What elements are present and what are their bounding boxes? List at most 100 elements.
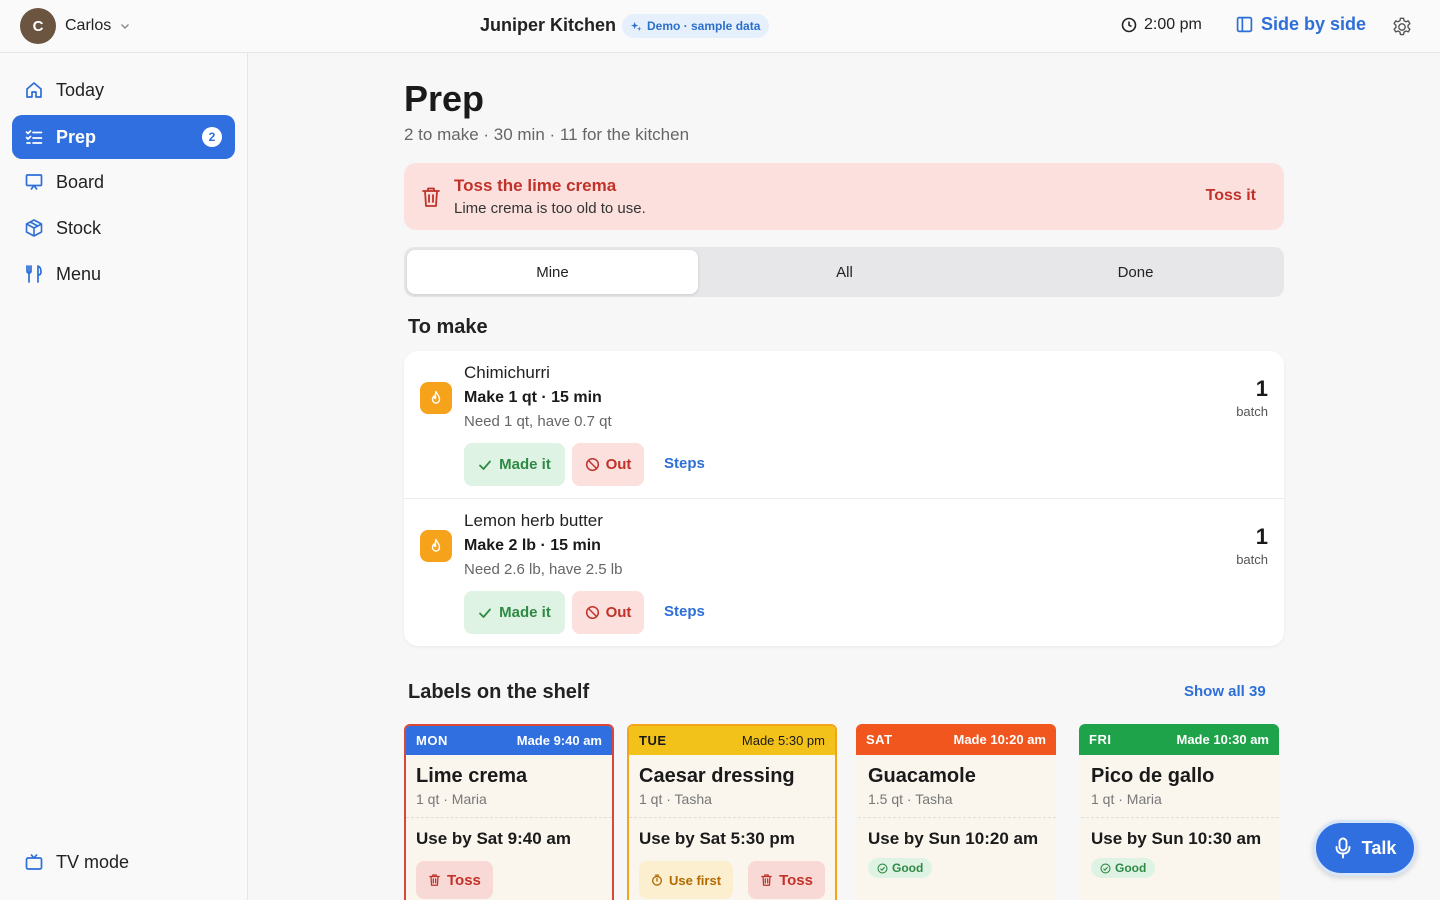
tab-mine[interactable]: Mine <box>407 250 698 294</box>
label-name: Caesar dressing <box>639 765 795 787</box>
toss-it-button[interactable]: Toss it <box>1206 187 1256 205</box>
tv-mode-button[interactable]: TV mode <box>12 840 235 884</box>
talk-label: Talk <box>1361 837 1397 858</box>
labels-heading: Labels on the shelf <box>408 681 590 703</box>
item-make: Make 1 qt · 15 min <box>464 389 602 406</box>
sidebar: Today Prep 2 Board Stock Menu TV mode <box>0 53 248 900</box>
check-circle-icon <box>877 862 888 874</box>
trash-icon <box>429 874 440 886</box>
label-header: FRI Made 10:30 am <box>1079 724 1279 755</box>
label-header: TUE Made 5:30 pm <box>629 726 835 755</box>
kitchen-title: Juniper Kitchen <box>480 15 617 35</box>
sidebar-item-label: Stock <box>56 217 102 238</box>
shelf-label-card[interactable]: SAT Made 10:20 am Guacamole 1.5 qt · Tas… <box>856 724 1056 900</box>
out-button[interactable]: Out <box>572 443 644 486</box>
alert-title: Toss the lime crema <box>454 176 617 195</box>
good-label: Good <box>1115 861 1147 875</box>
label-day: TUE <box>639 733 667 748</box>
side-by-side-label: Side by side <box>1261 14 1367 34</box>
steps-button[interactable]: Steps <box>664 603 705 620</box>
trash-icon <box>422 187 440 207</box>
toss-label: Toss <box>447 871 481 889</box>
sidebar-item-stock[interactable]: Stock <box>12 206 235 250</box>
sidebar-item-menu[interactable]: Menu <box>12 252 235 296</box>
label-name: Guacamole <box>868 765 976 787</box>
tab-done[interactable]: Done <box>990 250 1281 294</box>
made-it-label: Made it <box>499 604 551 621</box>
ban-icon <box>585 605 599 620</box>
label-made-time: Made 9:40 am <box>516 733 602 748</box>
item-make: Make 2 lb · 15 min <box>464 537 601 554</box>
made-it-button[interactable]: Made it <box>464 443 565 486</box>
use-first-label: Use first <box>669 872 722 888</box>
label-meta: 1.5 qt · Tasha <box>868 791 953 807</box>
box-icon <box>25 219 43 237</box>
board-icon <box>25 174 43 191</box>
checklist-icon <box>25 130 43 144</box>
out-button[interactable]: Out <box>572 591 644 634</box>
utensils-icon <box>26 265 42 283</box>
tv-icon <box>25 853 43 870</box>
chevron-down-icon <box>121 24 130 29</box>
use-first-badge: Use first <box>639 861 734 899</box>
user-menu[interactable]: C Carlos <box>20 8 130 44</box>
item-need: Need 2.6 lb, have 2.5 lb <box>464 561 623 578</box>
microphone-icon <box>1335 837 1351 859</box>
shelf-label-card[interactable]: FRI Made 10:30 am Pico de gallo 1 qt · M… <box>1079 724 1279 900</box>
toss-button[interactable]: Toss <box>416 861 493 899</box>
label-use-by: Use by Sat 9:40 am <box>416 829 571 848</box>
timer-icon <box>651 874 663 886</box>
gear-icon[interactable] <box>1391 16 1413 38</box>
label-use-by: Use by Sat 5:30 pm <box>639 829 795 848</box>
label-made-time: Made 10:20 am <box>953 732 1047 747</box>
check-icon <box>479 460 492 470</box>
tab-all[interactable]: All <box>699 250 990 294</box>
demo-badge-label: Demo · sample data <box>647 19 761 33</box>
alert-text: Lime crema is too old to use. <box>454 200 646 217</box>
prep-count-badge: 2 <box>202 127 222 147</box>
label-use-by: Use by Sun 10:20 am <box>868 829 1039 848</box>
label-name: Pico de gallo <box>1091 765 1215 787</box>
label-meta: 1 qt · Maria <box>416 791 487 807</box>
toss-alert: Toss the lime crema Lime crema is too ol… <box>404 163 1284 230</box>
check-icon <box>479 608 492 618</box>
clock: 2:00 pm <box>1121 16 1202 34</box>
sidebar-item-today[interactable]: Today <box>12 68 235 112</box>
label-use-by: Use by Sun 10:30 am <box>1091 829 1262 848</box>
show-all-labels-link[interactable]: Show all 39 <box>1184 683 1266 700</box>
user-name: Carlos <box>65 17 112 34</box>
sidebar-item-prep[interactable]: Prep 2 <box>12 115 235 159</box>
to-make-heading: To make <box>408 316 488 338</box>
clock-icon <box>1121 17 1137 33</box>
shelf-label-card[interactable]: TUE Made 5:30 pm Caesar dressing 1 qt · … <box>627 724 837 900</box>
out-label: Out <box>605 604 632 621</box>
item-need: Need 1 qt, have 0.7 qt <box>464 413 612 430</box>
steps-button[interactable]: Steps <box>664 455 705 472</box>
columns-icon <box>1236 16 1253 33</box>
shelf-label-card[interactable]: MON Made 9:40 am Lime crema 1 qt · Maria… <box>404 724 614 900</box>
toss-button[interactable]: Toss <box>748 861 825 899</box>
sidebar-item-label: Board <box>56 171 105 192</box>
flame-icon <box>420 382 452 414</box>
good-status-badge: Good <box>1091 858 1156 878</box>
made-it-label: Made it <box>499 456 551 473</box>
flame-icon <box>420 530 452 562</box>
out-label: Out <box>605 456 632 473</box>
home-icon <box>26 82 42 98</box>
side-by-side-button[interactable]: Side by side <box>1236 14 1366 35</box>
sidebar-item-label: Today <box>56 79 105 100</box>
sparkle-icon <box>631 21 642 31</box>
ban-icon <box>585 457 599 472</box>
batch-unit: batch <box>1236 552 1268 567</box>
demo-badge: Demo · sample data <box>622 14 770 38</box>
label-made-time: Made 10:30 am <box>1176 732 1270 747</box>
list-item: Lemon herb butter Make 2 lb · 15 min Nee… <box>404 498 1284 645</box>
sidebar-item-board[interactable]: Board <box>12 160 235 204</box>
label-day: SAT <box>866 732 893 747</box>
avatar: C <box>20 8 56 44</box>
talk-button[interactable]: Talk <box>1313 820 1417 876</box>
page-title: Prep <box>404 78 485 119</box>
sidebar-item-label: Prep <box>56 126 97 147</box>
made-it-button[interactable]: Made it <box>464 591 565 634</box>
page-subtitle: 2 to make · 30 min · 11 for the kitchen <box>404 125 690 144</box>
